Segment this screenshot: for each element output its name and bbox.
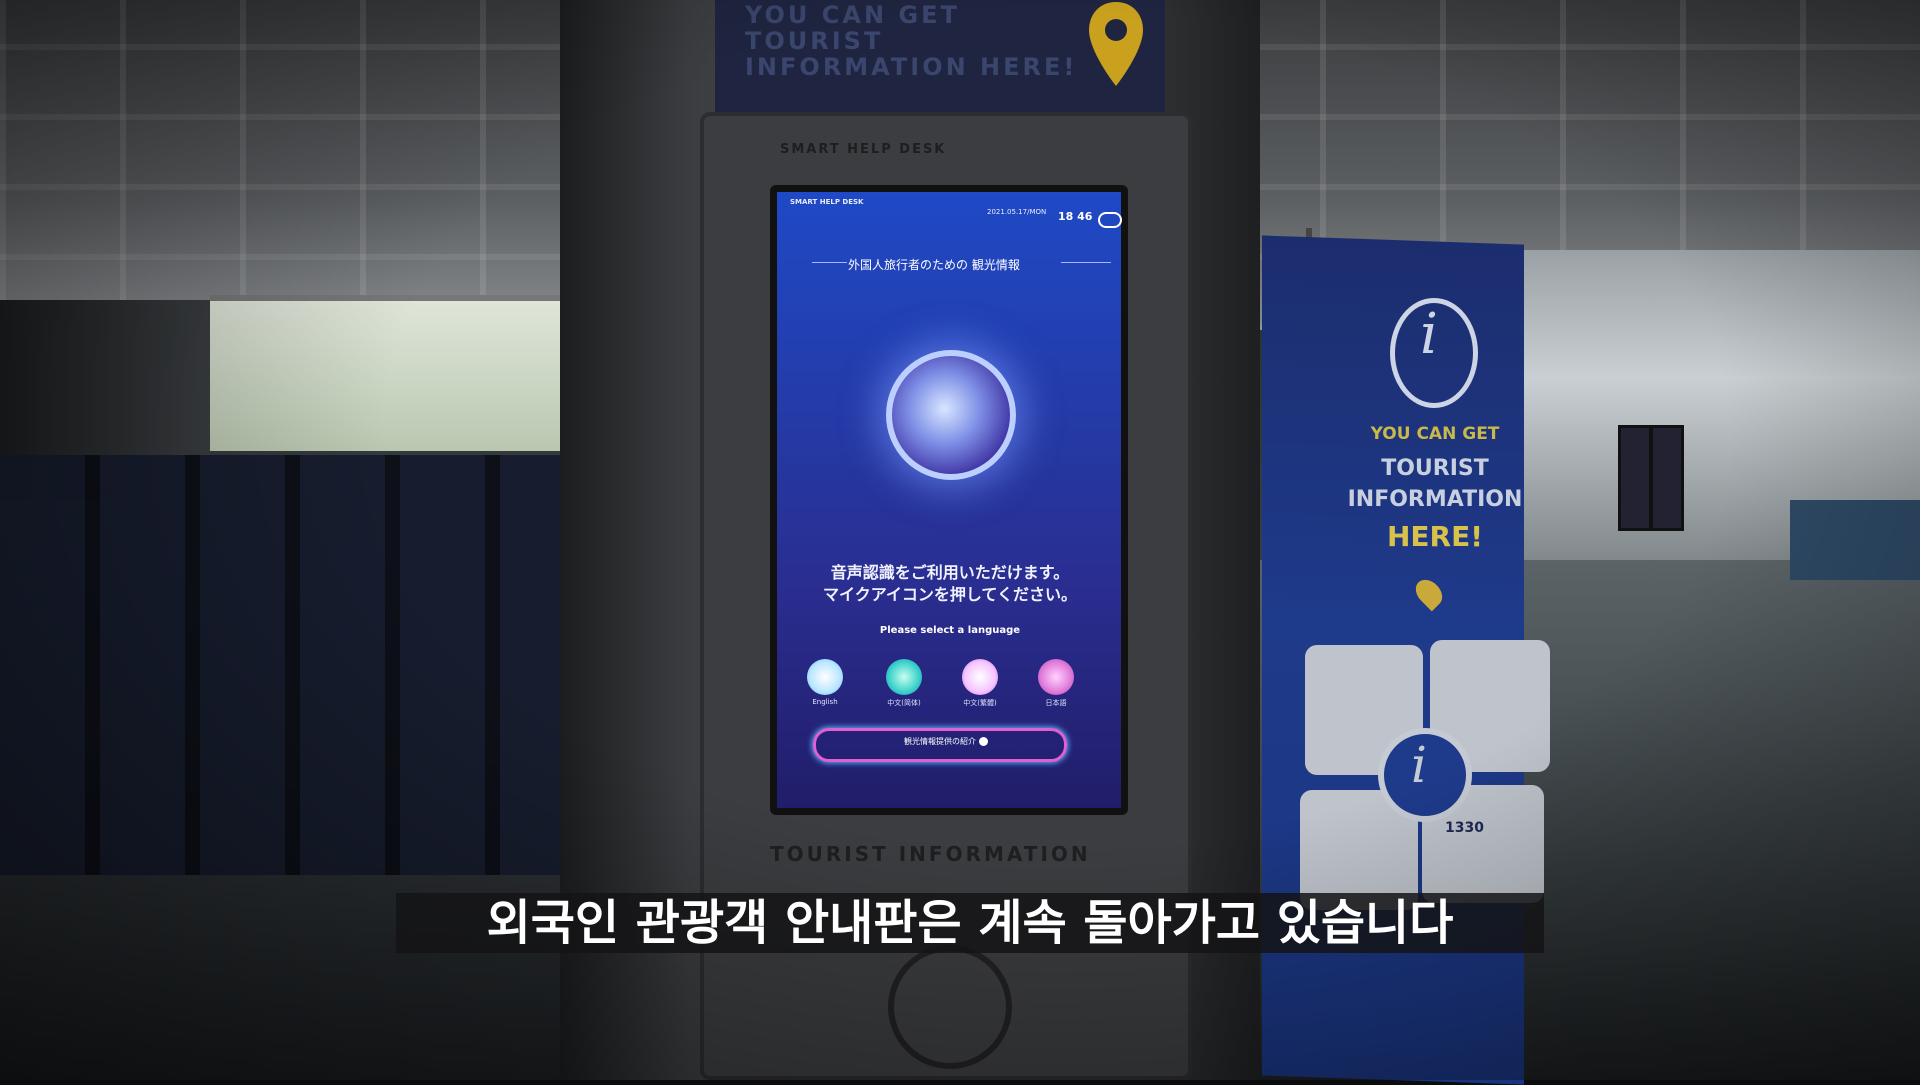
play-dot-icon	[979, 737, 988, 746]
waiting-area-windows	[210, 295, 560, 451]
screen-date: 2021.05.17/MON	[987, 208, 1047, 216]
kiosk-screen	[777, 192, 1121, 808]
language-label: English	[812, 698, 838, 706]
banner-center-info-letter: i	[1411, 736, 1427, 794]
hotline-number: 1330	[1445, 820, 1484, 836]
header-divider-left	[812, 262, 847, 263]
info-icon-letter: i	[1420, 302, 1438, 367]
screen-time: 18 46	[1058, 210, 1093, 223]
screen-header-title: 外国人旅行者のための 観光情報	[848, 258, 1020, 272]
language-button-chinese-simplified[interactable]	[886, 659, 922, 695]
location-pin-icon	[1089, 2, 1143, 86]
language-label: 中文(繁體)	[963, 699, 997, 707]
screen-brand-label: SMART HELP DESK	[790, 198, 864, 206]
header-divider-right	[1061, 262, 1111, 263]
language-label: 日本語	[1045, 699, 1067, 707]
info-circle-icon	[888, 945, 1012, 1069]
seats-right	[1790, 500, 1920, 580]
banner-line-1: YOU CAN GET	[1370, 424, 1500, 444]
language-button-chinese-traditional[interactable]	[962, 659, 998, 695]
waiting-seats	[0, 455, 580, 875]
voice-message-line: 音声認識をご利用いただけます。	[830, 563, 1070, 582]
weather-cloud-icon	[1098, 212, 1122, 228]
kiosk-device-label: SMART HELP DESK	[780, 142, 947, 157]
voice-message-line: マイクアイコンを押してください。	[823, 585, 1077, 604]
language-label: 中文(简体)	[887, 699, 921, 707]
kiosk-bottom-label: TOURIST INFORMATION	[770, 842, 1091, 866]
distant-kiosk	[1618, 425, 1652, 531]
voice-recognition-message: 音声認識をご利用いただけます。 マイクアイコンを押してください。	[790, 562, 1110, 606]
distant-kiosk	[1650, 425, 1684, 531]
microphone-orb-button[interactable]	[886, 350, 1016, 480]
video-subtitle: 외국인 관광객 안내판은 계속 돌아가고 있습니다	[486, 895, 1454, 951]
tourist-info-intro-button[interactable]: 観光情報提供の紹介	[813, 728, 1067, 762]
language-button-english[interactable]	[807, 659, 843, 695]
banner-line-3: INFORMATION	[1347, 487, 1523, 512]
language-button-japanese[interactable]	[1038, 659, 1074, 695]
tourist-info-intro-label: 観光情報提供の紹介	[904, 737, 976, 746]
language-prompt: Please select a language	[879, 625, 1021, 636]
banner-line-4: HERE!	[1386, 520, 1484, 553]
kiosk-top-banner-text: YOU CAN GET TOURIST INFORMATION HERE!	[745, 1, 1078, 81]
banner-line-2: TOURIST	[1381, 456, 1489, 481]
